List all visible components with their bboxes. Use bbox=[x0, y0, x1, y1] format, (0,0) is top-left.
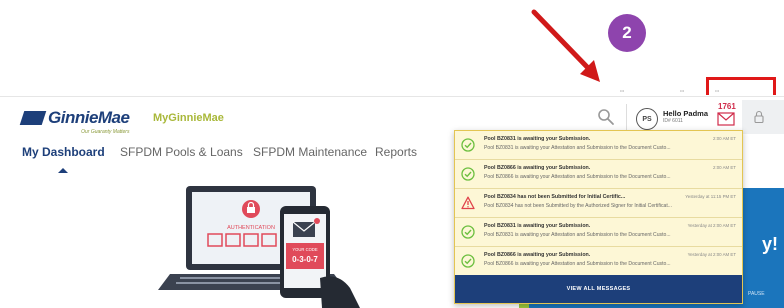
notification-item[interactable]: Pool BZ0831 is awaiting your Submission.… bbox=[455, 218, 742, 247]
nav-sfpdm-pools-loans[interactable]: SFPDM Pools & Loans bbox=[120, 145, 243, 159]
notification-title: Pool BZ0866 is awaiting your Submission. bbox=[484, 252, 591, 258]
avatar[interactable]: PS bbox=[636, 108, 658, 130]
notification-body: Pool BZ0866 is awaiting your Attestation… bbox=[484, 261, 671, 267]
greeting-name: Hello Padma bbox=[663, 109, 709, 118]
notification-item[interactable]: Pool BZ0831 is awaiting your Submission.… bbox=[455, 131, 742, 160]
logo-name: GinnieMae bbox=[48, 108, 130, 127]
user-id: ID# 6011 bbox=[663, 118, 683, 124]
notification-time: 2:00 AM ET bbox=[713, 165, 736, 170]
notification-time: Yesterday at 11:15 PM ET bbox=[685, 194, 736, 199]
banner-fragment: y! bbox=[762, 234, 779, 254]
notification-time: Yesterday at 2:00 AM ET bbox=[687, 252, 736, 257]
lock-icon[interactable] bbox=[754, 110, 764, 123]
check-circle-icon bbox=[461, 138, 475, 152]
red-arrow-annotation bbox=[531, 9, 600, 82]
search-icon[interactable] bbox=[597, 108, 615, 126]
notifications-dropdown: Pool BZ0831 is awaiting your Submission.… bbox=[454, 130, 743, 304]
check-circle-icon bbox=[461, 254, 475, 268]
nav-sfpdm-maintenance[interactable]: SFPDM Maintenance bbox=[253, 145, 367, 159]
view-all-messages-button[interactable]: VIEW ALL MESSAGES bbox=[455, 275, 742, 303]
notification-item[interactable]: Pool BZ0866 is awaiting your Submission.… bbox=[455, 160, 742, 189]
authentication-illustration: AUTHENTICATION YOUR CODE 0-3-0-7 bbox=[158, 186, 360, 308]
notification-title: Pool BZ0831 is awaiting your Submission. bbox=[484, 223, 591, 229]
notification-body: Pool BZ0834 has not been Submitted by th… bbox=[484, 203, 673, 209]
mail-icon[interactable] bbox=[717, 112, 735, 126]
code-label: YOUR CODE bbox=[292, 247, 318, 252]
notification-item[interactable]: Pool BZ0866 is awaiting your Submission.… bbox=[455, 247, 742, 276]
ginniemae-logo[interactable]: GinnieMae Our Guaranty Matters bbox=[19, 108, 130, 135]
notification-title: Pool BZ0831 is awaiting your Submission. bbox=[484, 136, 591, 142]
active-tab-caret bbox=[58, 168, 68, 173]
nav-my-dashboard[interactable]: My Dashboard bbox=[22, 145, 105, 159]
check-circle-icon bbox=[461, 167, 475, 181]
logo-tagline: Our Guaranty Matters bbox=[81, 129, 130, 135]
red-highlight-box bbox=[706, 77, 776, 95]
warning-triangle-icon bbox=[461, 196, 475, 210]
pause-control[interactable]: PAUSE bbox=[748, 291, 765, 297]
notification-body: Pool BZ0831 is awaiting your Attestation… bbox=[484, 232, 671, 238]
step-number-badge: 2 bbox=[608, 14, 646, 52]
myginniemae-brand[interactable]: MyGinnieMae bbox=[153, 112, 224, 124]
check-circle-icon bbox=[461, 225, 475, 239]
notification-time: Yesterday at 2:00 AM ET bbox=[687, 223, 736, 228]
mail-count-badge: 1761 bbox=[718, 102, 736, 111]
user-greeting[interactable]: Hello Padma ID# 6011 bbox=[663, 109, 708, 124]
code-value: 0-3-0-7 bbox=[292, 255, 318, 264]
notification-time: 2:00 AM ET bbox=[713, 136, 736, 141]
notification-title: Pool BZ0866 is awaiting your Submission. bbox=[484, 165, 591, 171]
auth-screen-label: AUTHENTICATION bbox=[227, 225, 275, 231]
notification-body: Pool BZ0866 is awaiting your Attestation… bbox=[484, 174, 671, 180]
notification-body: Pool BZ0831 is awaiting your Attestation… bbox=[484, 145, 671, 151]
notification-item[interactable]: Pool BZ0834 has not been Submitted for I… bbox=[455, 189, 742, 218]
header-divider bbox=[626, 104, 627, 130]
banner-panel bbox=[740, 188, 784, 268]
logo-mark-icon bbox=[19, 111, 47, 125]
notification-title: Pool BZ0834 has not been Submitted for I… bbox=[484, 194, 626, 200]
nav-reports[interactable]: Reports bbox=[375, 145, 417, 159]
